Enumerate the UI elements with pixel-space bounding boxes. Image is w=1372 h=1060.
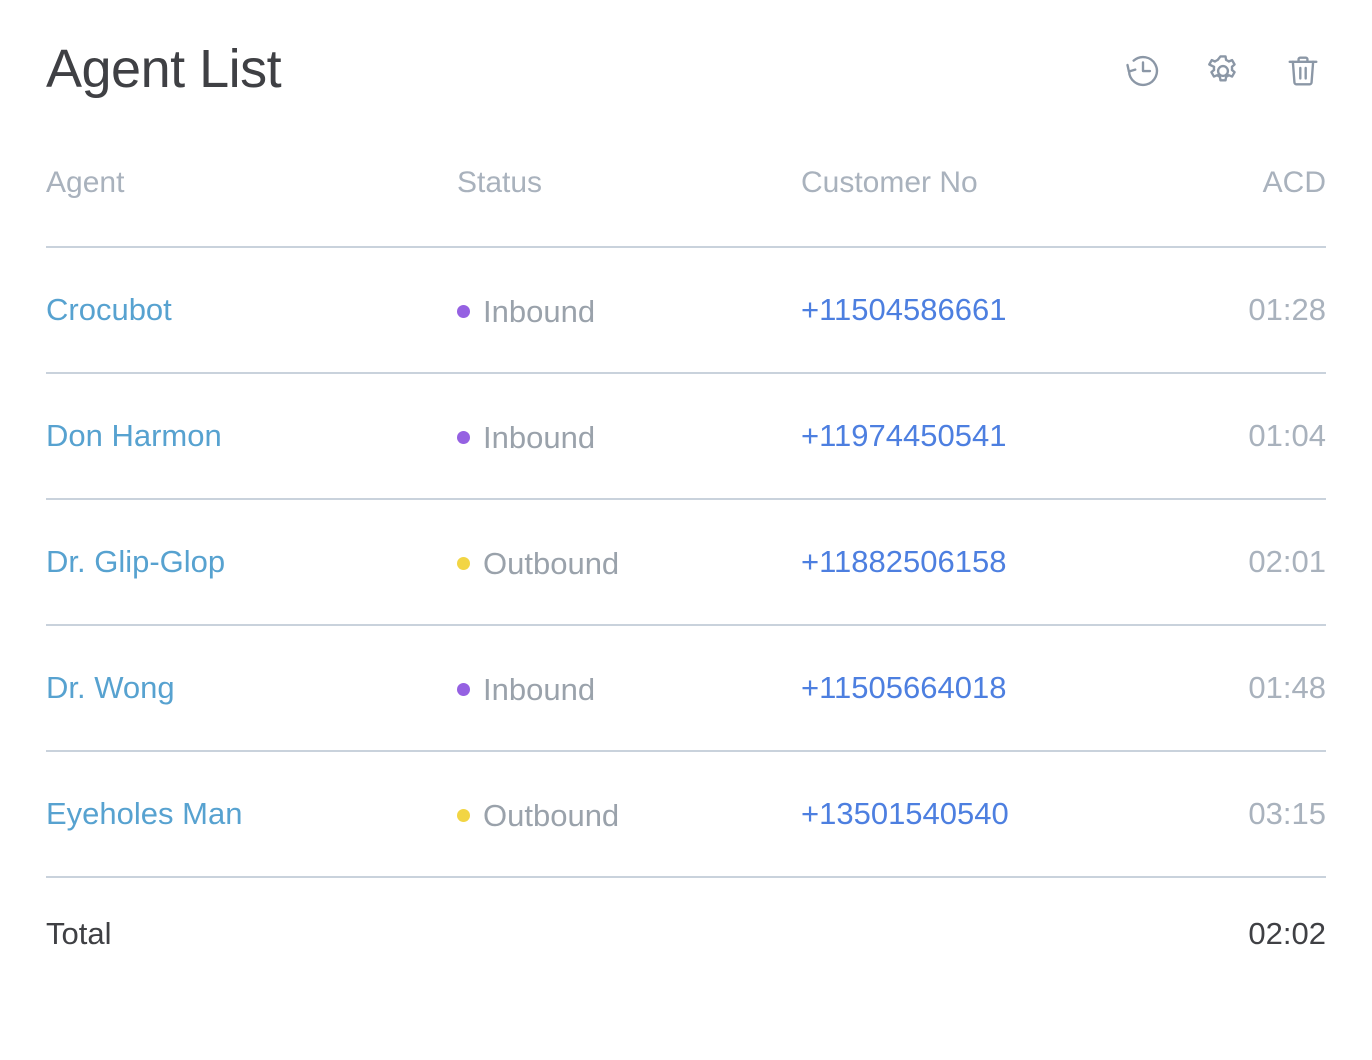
status-label: Inbound xyxy=(483,671,596,707)
gear-icon xyxy=(1204,52,1242,90)
status-dot-icon xyxy=(457,809,470,823)
cell-agent: Eyeholes Man xyxy=(46,751,457,877)
cell-customer-no: +11974450541 xyxy=(801,373,1186,499)
cell-acd: 01:48 xyxy=(1248,670,1326,705)
status-label: Inbound xyxy=(483,419,596,455)
cell-status: Outbound xyxy=(457,499,801,625)
agent-link[interactable]: Dr. Glip-Glop xyxy=(46,544,225,579)
agent-link[interactable]: Don Harmon xyxy=(46,418,222,453)
table-row[interactable]: Eyeholes Man Outbound +13501540540 03:15 xyxy=(46,751,1326,877)
total-label: Total xyxy=(46,916,112,951)
column-header-status[interactable]: Status xyxy=(457,166,801,247)
status-dot-icon xyxy=(457,557,470,571)
trash-icon xyxy=(1284,52,1322,90)
status-dot-icon xyxy=(457,431,470,445)
total-value: 02:02 xyxy=(1248,916,1326,951)
header-toolbar xyxy=(1122,38,1326,92)
column-header-customer[interactable]: Customer No xyxy=(801,166,1186,247)
delete-button[interactable] xyxy=(1282,50,1324,92)
cell-status: Outbound xyxy=(457,751,801,877)
cell-acd: 03:15 xyxy=(1248,796,1326,831)
cell-agent: Dr. Glip-Glop xyxy=(46,499,457,625)
cell-status: Inbound xyxy=(457,625,801,751)
history-button[interactable] xyxy=(1122,50,1164,92)
cell-acd: 02:01 xyxy=(1248,544,1326,579)
status-label: Inbound xyxy=(483,293,596,329)
agent-link[interactable]: Crocubot xyxy=(46,292,172,327)
table-row[interactable]: Dr. Wong Inbound +11505664018 01:48 xyxy=(46,625,1326,751)
cell-customer-no: +11504586661 xyxy=(801,247,1186,373)
history-icon xyxy=(1124,52,1162,90)
cell-agent: Crocubot xyxy=(46,247,457,373)
cell-customer-no: +11882506158 xyxy=(801,499,1186,625)
cell-status: Inbound xyxy=(457,373,801,499)
cell-acd: 01:28 xyxy=(1248,292,1326,327)
customer-phone-link[interactable]: +11882506158 xyxy=(801,544,1006,579)
table-row[interactable]: Dr. Glip-Glop Outbound +11882506158 02:0… xyxy=(46,499,1326,625)
cell-agent: Dr. Wong xyxy=(46,625,457,751)
customer-phone-link[interactable]: +11504586661 xyxy=(801,292,1006,327)
table-row[interactable]: Crocubot Inbound +11504586661 01:28 xyxy=(46,247,1326,373)
customer-phone-link[interactable]: +13501540540 xyxy=(801,796,1009,831)
table-row[interactable]: Don Harmon Inbound +11974450541 01:04 xyxy=(46,373,1326,499)
table-header-row: Agent Status Customer No ACD xyxy=(46,166,1326,247)
settings-button[interactable] xyxy=(1202,50,1244,92)
cell-customer-no: +11505664018 xyxy=(801,625,1186,751)
status-label: Outbound xyxy=(483,797,620,833)
status-dot-icon xyxy=(457,305,470,319)
agent-link[interactable]: Eyeholes Man xyxy=(46,796,242,831)
page-title: Agent List xyxy=(46,39,282,99)
cell-customer-no: +13501540540 xyxy=(801,751,1186,877)
status-label: Outbound xyxy=(483,545,620,581)
page-header: Agent List xyxy=(46,38,1326,120)
column-header-agent[interactable]: Agent xyxy=(46,166,457,247)
cell-acd: 01:04 xyxy=(1248,418,1326,453)
cell-status: Inbound xyxy=(457,247,801,373)
agent-list-page: Agent List Agent Status Customer No ACD … xyxy=(0,0,1372,1060)
agent-table: Agent Status Customer No ACD Crocubot In… xyxy=(46,166,1326,990)
customer-phone-link[interactable]: +11505664018 xyxy=(801,670,1006,705)
customer-phone-link[interactable]: +11974450541 xyxy=(801,418,1006,453)
status-dot-icon xyxy=(457,683,470,697)
total-spacer-status xyxy=(457,877,801,990)
cell-agent: Don Harmon xyxy=(46,373,457,499)
table-body: Crocubot Inbound +11504586661 01:28 Don … xyxy=(46,247,1326,877)
table-header: Agent Status Customer No ACD xyxy=(46,166,1326,247)
total-spacer-customer xyxy=(801,877,1186,990)
table-footer: Total 02:02 xyxy=(46,877,1326,990)
column-header-acd[interactable]: ACD xyxy=(1186,166,1326,247)
agent-link[interactable]: Dr. Wong xyxy=(46,670,175,705)
total-row: Total 02:02 xyxy=(46,877,1326,990)
